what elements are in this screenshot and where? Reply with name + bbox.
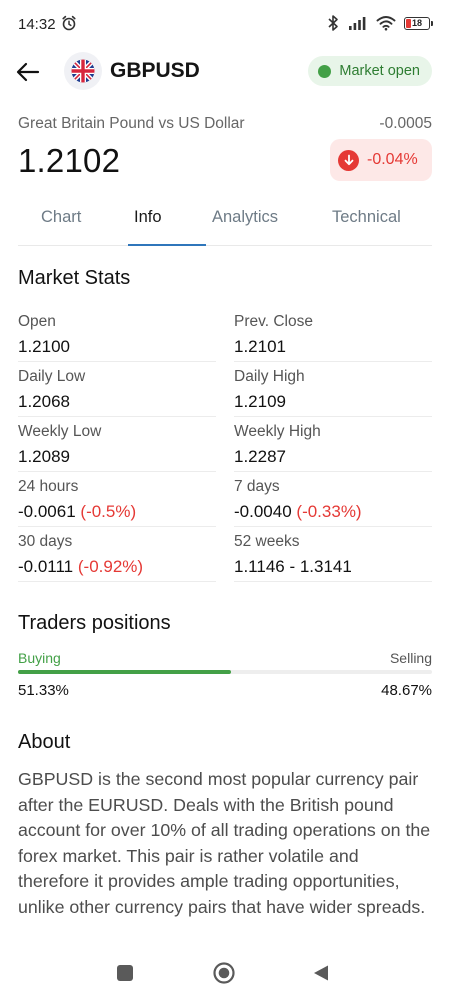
status-time: 14:32	[18, 16, 56, 33]
battery-level	[406, 18, 411, 28]
market-status-text: Market open	[339, 63, 420, 79]
market-status-badge: Market open	[308, 56, 432, 86]
alarm-icon	[62, 15, 76, 31]
stat-change-value: -0.0061	[18, 502, 76, 521]
battery-text: 18	[411, 18, 422, 28]
stat-value: -0.0061 (-0.5%)	[18, 502, 136, 522]
uk-flag-icon	[64, 52, 102, 90]
stat-daily-low: Daily Low 1.2068	[18, 362, 216, 417]
stat-label: 24 hours	[18, 478, 79, 495]
pair-name: Great Britain Pound vs US Dollar	[18, 115, 245, 132]
about-title: About	[18, 731, 71, 753]
stat-label: Weekly High	[234, 423, 321, 440]
header: GBPUSD Market open	[0, 50, 450, 94]
change-percent: -0.04%	[367, 151, 418, 168]
buying-label: Buying	[18, 650, 61, 666]
arrow-left-icon[interactable]	[14, 58, 42, 86]
stat-label: 7 days	[234, 478, 280, 495]
stat-value: 1.2100	[18, 337, 70, 356]
system-nav-bar	[0, 955, 450, 1000]
stat-value: 1.2089	[18, 447, 70, 466]
stat-value: 1.2109	[234, 392, 286, 411]
positions-bar	[18, 670, 432, 674]
stat-weekly-high: Weekly High 1.2287	[234, 417, 432, 472]
symbol-title: GBPUSD	[110, 59, 200, 82]
stat-7-days: 7 days -0.0040 (-0.33%)	[234, 472, 432, 527]
home-icon[interactable]	[212, 961, 236, 985]
stat-weekly-low: Weekly Low 1.2089	[18, 417, 216, 472]
buying-bar-fill	[18, 670, 231, 674]
stat-daily-high: Daily High 1.2109	[234, 362, 432, 417]
recent-apps-icon[interactable]	[117, 965, 133, 981]
stat-value: -0.0111 (-0.92%)	[18, 557, 143, 577]
tab-info[interactable]: Info	[134, 208, 162, 227]
traders-positions-title: Traders positions	[18, 612, 171, 634]
tab-chart[interactable]: Chart	[41, 208, 81, 227]
stat-label: Weekly Low	[18, 423, 102, 440]
stat-label: 52 weeks	[234, 533, 300, 550]
active-tab-indicator	[128, 244, 206, 246]
stat-prev-close: Prev. Close 1.2101	[234, 307, 432, 362]
stat-label: Daily High	[234, 368, 305, 385]
stat-label: 30 days	[18, 533, 73, 550]
status-dot-icon	[318, 64, 332, 78]
tab-technical[interactable]: Technical	[332, 208, 401, 227]
stat-52-weeks: 52 weeks 1.1146 - 1.3141	[234, 527, 432, 582]
back-icon[interactable]	[312, 964, 330, 982]
stat-value: 1.2287	[234, 447, 286, 466]
wifi-icon	[376, 16, 396, 31]
stat-change-percent: (-0.92%)	[77, 557, 144, 576]
stat-value: 1.1146 - 1.3141	[234, 557, 352, 576]
stat-change-percent: (-0.5%)	[80, 502, 137, 521]
stat-change-percent: (-0.33%)	[296, 502, 362, 521]
battery-icon: 18	[404, 16, 433, 30]
selling-label: Selling	[389, 650, 432, 666]
tab-bar: Chart Info Analytics Technical	[18, 196, 432, 246]
stat-label: Prev. Close	[234, 313, 313, 330]
status-icons: 18	[326, 14, 433, 32]
stat-open: Open 1.2100	[18, 307, 216, 362]
selling-percent: 48.67%	[381, 682, 432, 699]
change-percent-badge: -0.04%	[330, 139, 432, 181]
bluetooth-icon	[328, 15, 338, 31]
stat-30-days: 30 days -0.0111 (-0.92%)	[18, 527, 216, 582]
stat-change-value: -0.0111	[18, 557, 74, 576]
stat-value: 1.2068	[18, 392, 70, 411]
price: 1.2102	[18, 142, 121, 179]
stat-value: -0.0040 (-0.33%)	[234, 502, 362, 522]
stat-label: Daily Low	[18, 368, 86, 385]
buying-percent: 51.33%	[18, 682, 69, 699]
status-bar: 14:32 18	[0, 0, 450, 48]
stat-change-value: -0.0040	[234, 502, 292, 521]
stat-value: 1.2101	[234, 337, 286, 356]
stat-24-hours: 24 hours -0.0061 (-0.5%)	[18, 472, 216, 527]
arrow-down-icon	[338, 149, 359, 171]
market-stats-title: Market Stats	[18, 267, 131, 289]
change-absolute: -0.0005	[379, 115, 432, 132]
about-text: GBPUSD is the second most popular curren…	[18, 769, 431, 917]
stat-label: Open	[18, 313, 56, 330]
tab-analytics[interactable]: Analytics	[212, 208, 278, 227]
signal-icon	[349, 17, 366, 30]
